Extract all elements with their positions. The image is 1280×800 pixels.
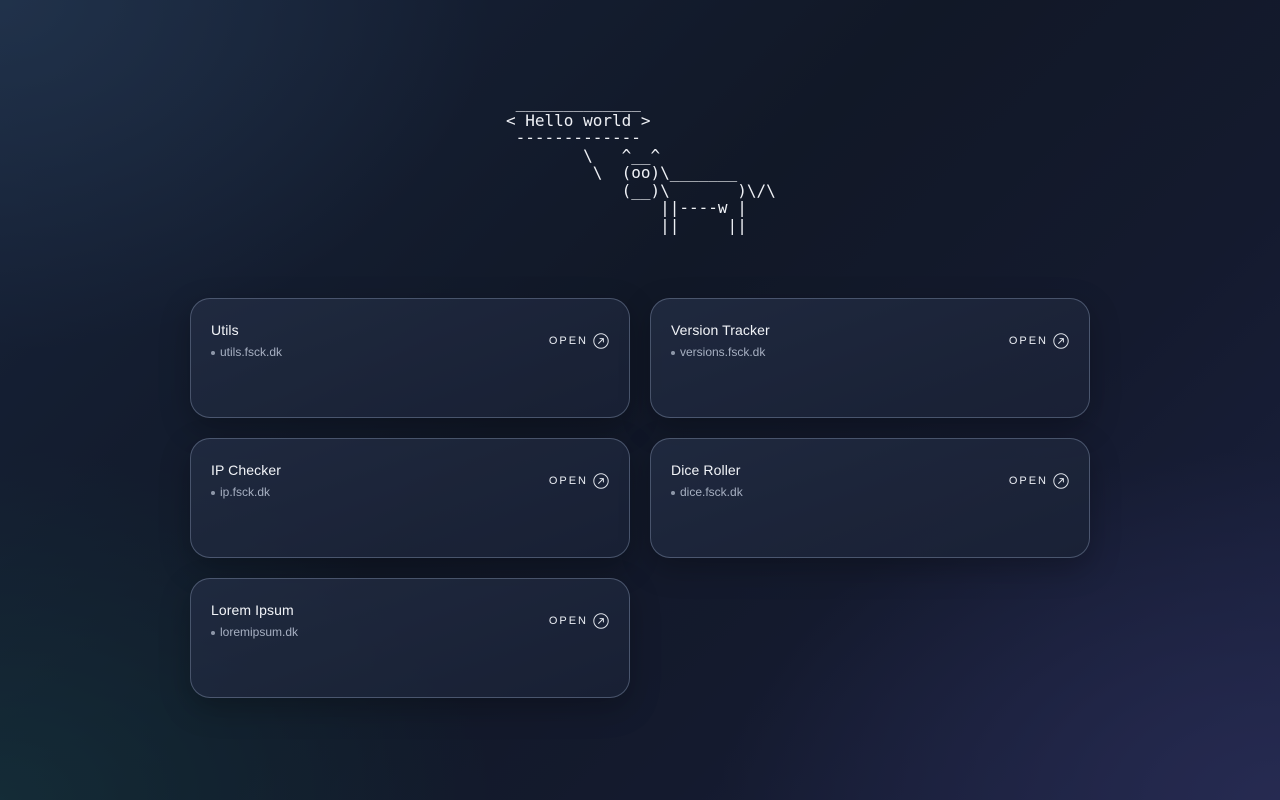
- open-label: OPEN: [548, 335, 588, 347]
- card-url-text: ip.fsck.dk: [220, 485, 271, 499]
- app-card-dice-roller[interactable]: Dice Roller dice.fsck.dk OPEN: [650, 438, 1090, 558]
- cowsay-banner: _____________ < Hello world > ----------…: [506, 93, 776, 235]
- open-label: OPEN: [1008, 335, 1048, 347]
- open-label: OPEN: [548, 475, 588, 487]
- status-dot-icon: [211, 490, 215, 495]
- card-url: versions.fsck.dk: [671, 345, 765, 359]
- status-dot-icon: [671, 350, 675, 355]
- card-title: Version Tracker: [671, 322, 770, 338]
- card-url-text: dice.fsck.dk: [680, 485, 743, 499]
- app-card-utils[interactable]: Utils utils.fsck.dk OPEN: [190, 298, 630, 418]
- card-url: utils.fsck.dk: [211, 345, 282, 359]
- card-url-text: versions.fsck.dk: [680, 345, 766, 359]
- external-link-icon: [1053, 333, 1069, 349]
- external-link-icon: [1053, 473, 1069, 489]
- card-url: loremipsum.dk: [211, 625, 298, 639]
- card-title: IP Checker: [211, 462, 281, 478]
- card-url: ip.fsck.dk: [211, 485, 270, 499]
- app-card-lorem-ipsum[interactable]: Lorem Ipsum loremipsum.dk OPEN: [190, 578, 630, 698]
- open-button[interactable]: OPEN: [549, 613, 609, 629]
- open-button[interactable]: OPEN: [1009, 473, 1069, 489]
- external-link-icon: [593, 473, 609, 489]
- app-card-grid: Utils utils.fsck.dk OPEN Version Tracker…: [190, 298, 1090, 698]
- card-title: Dice Roller: [671, 462, 741, 478]
- card-url-text: loremipsum.dk: [220, 625, 299, 639]
- status-dot-icon: [211, 350, 215, 355]
- card-url-text: utils.fsck.dk: [220, 345, 283, 359]
- card-url: dice.fsck.dk: [671, 485, 743, 499]
- open-button[interactable]: OPEN: [1009, 333, 1069, 349]
- app-card-ip-checker[interactable]: IP Checker ip.fsck.dk OPEN: [190, 438, 630, 558]
- card-title: Lorem Ipsum: [211, 602, 294, 618]
- app-card-version-tracker[interactable]: Version Tracker versions.fsck.dk OPEN: [650, 298, 1090, 418]
- open-button[interactable]: OPEN: [549, 333, 609, 349]
- external-link-icon: [593, 333, 609, 349]
- status-dot-icon: [211, 630, 215, 635]
- status-dot-icon: [671, 490, 675, 495]
- card-title: Utils: [211, 322, 239, 338]
- open-label: OPEN: [548, 615, 588, 627]
- external-link-icon: [593, 613, 609, 629]
- open-button[interactable]: OPEN: [549, 473, 609, 489]
- open-label: OPEN: [1008, 475, 1048, 487]
